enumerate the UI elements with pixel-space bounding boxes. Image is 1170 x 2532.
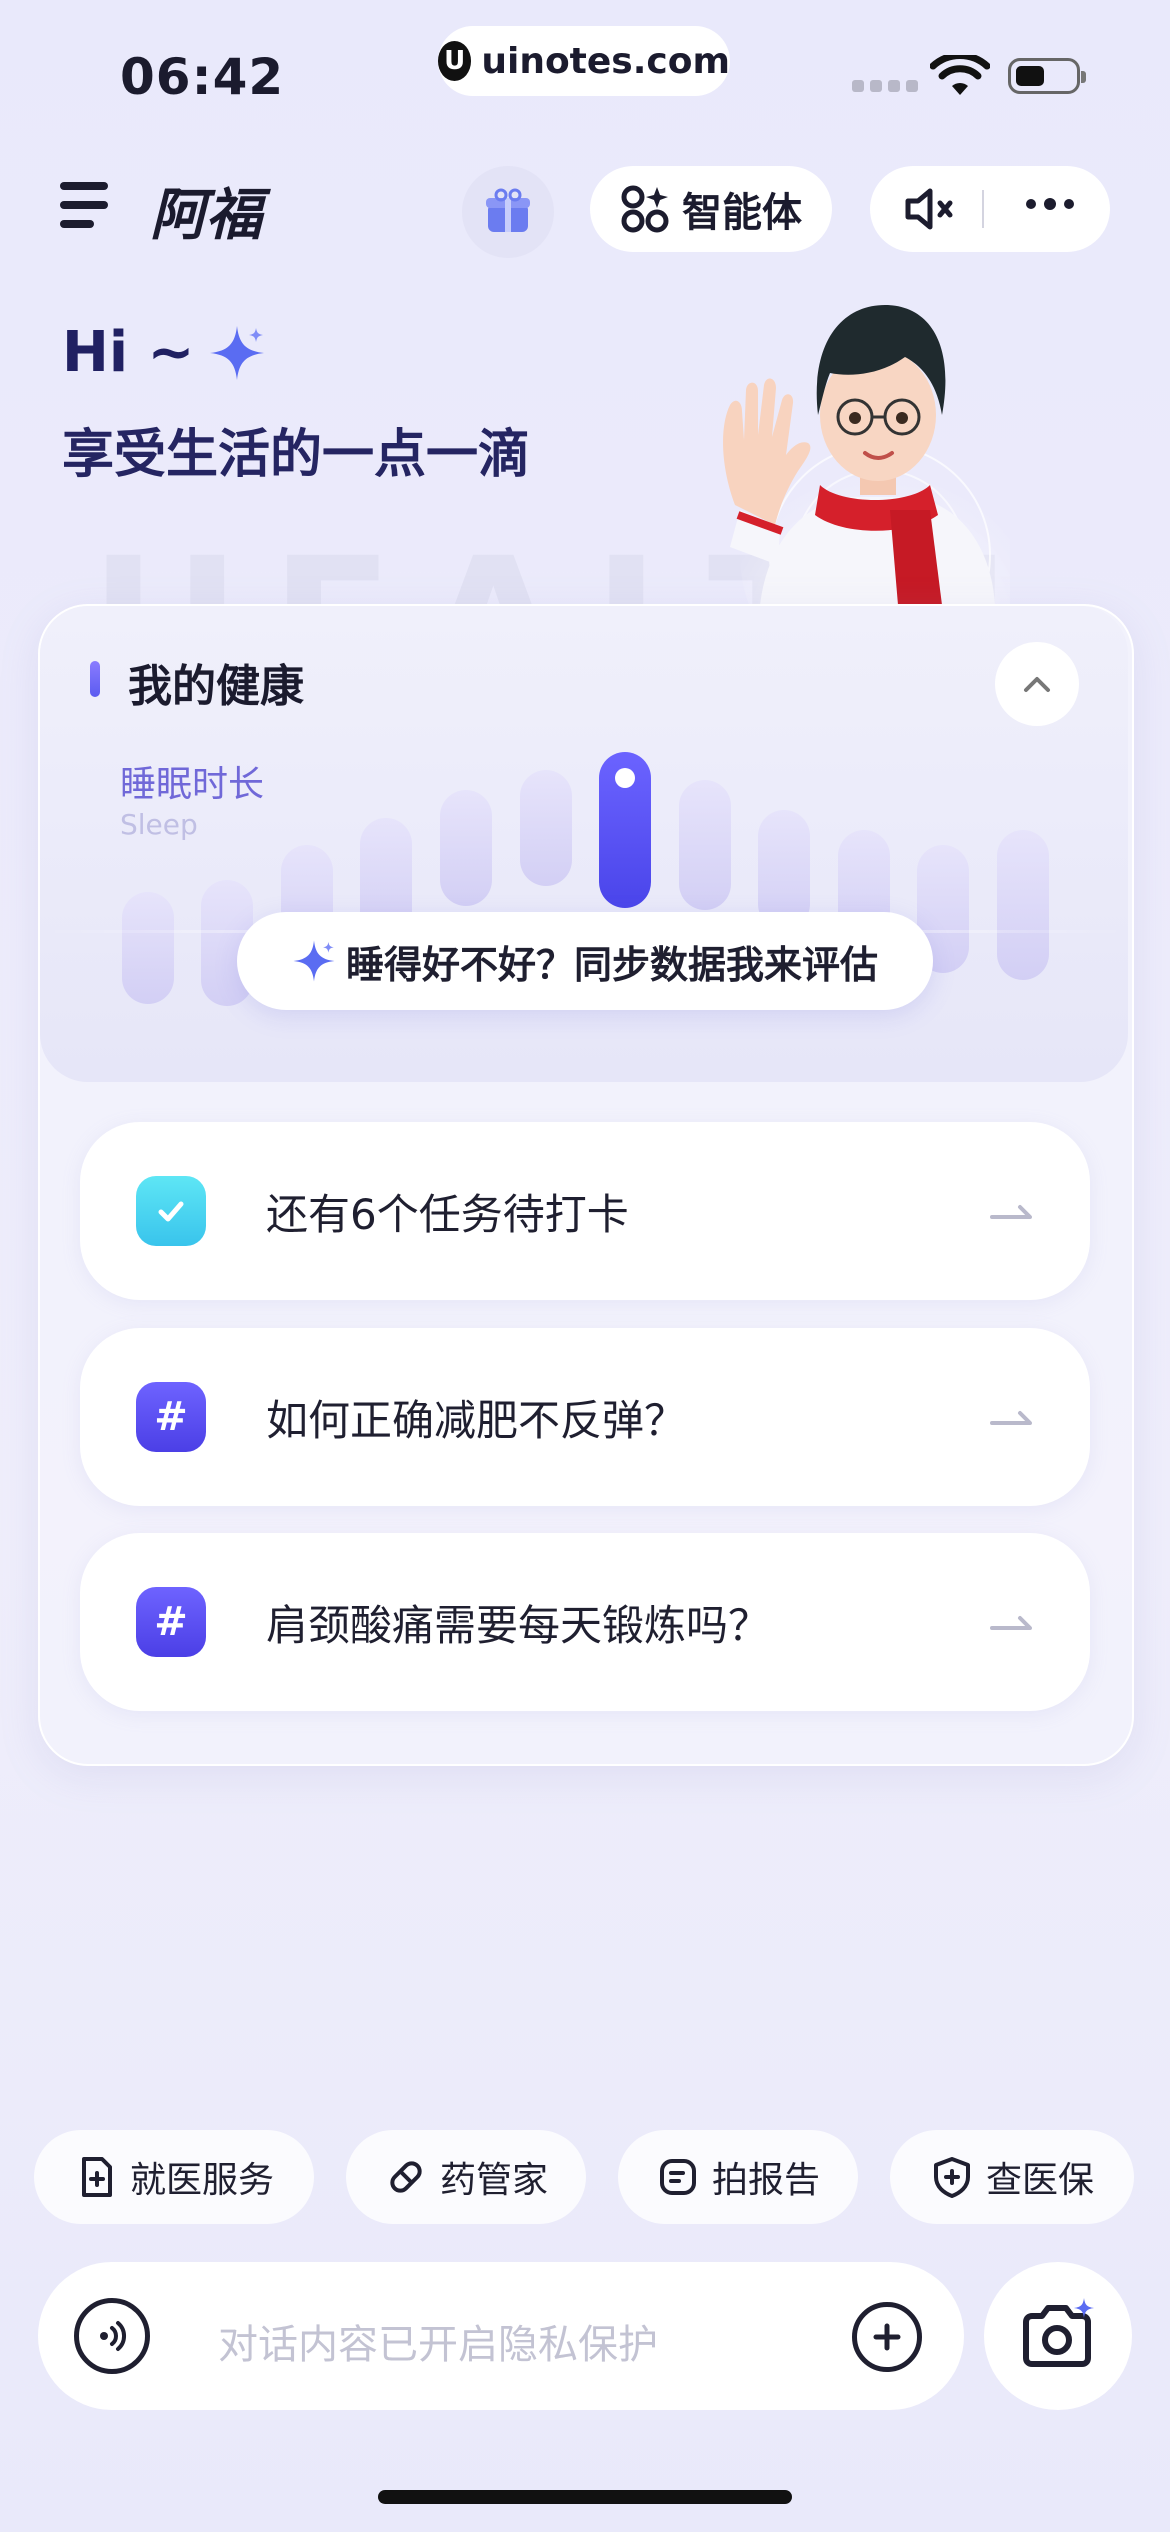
clipboard-check-icon (136, 1176, 206, 1246)
quick-action-label: 查医保 (985, 2160, 1094, 2201)
sync-prompt: 睡得好不好？同步数据我来评估 (345, 942, 878, 987)
voice-wave-icon (100, 2321, 126, 2351)
sparkle-icon (210, 325, 265, 380)
sleep-bar (520, 770, 572, 886)
wifi-icon (930, 55, 990, 95)
sleep-label: 睡眠时长 (120, 764, 265, 805)
quick-action-medical[interactable]: 就医服务 (34, 2130, 314, 2224)
doctor-avatar (723, 305, 1010, 605)
agent-grid-icon (621, 185, 669, 233)
app-title: 阿福 (150, 183, 262, 248)
add-button[interactable] (852, 2302, 922, 2372)
url-text: uinotes.com (481, 40, 730, 82)
cellular-signal-icon (852, 80, 918, 92)
quick-action-insurance[interactable]: 查医保 (890, 2130, 1134, 2224)
report-icon (659, 2159, 696, 2195)
chat-input[interactable]: 对话内容已开启隐私保护 (218, 2312, 658, 2370)
hashtag-icon: # (136, 1382, 206, 1452)
sleep-bar (679, 780, 731, 910)
site-logo-icon: U (438, 41, 472, 81)
voice-input-button[interactable] (74, 2298, 150, 2374)
camera-button[interactable] (984, 2262, 1132, 2410)
menu-icon[interactable] (60, 182, 108, 239)
sleep-bar (997, 830, 1049, 980)
gift-icon (486, 188, 530, 232)
greeting-hi: Hi ~ (62, 320, 266, 385)
sleep-bar (440, 790, 492, 906)
pill-icon (390, 2161, 422, 2193)
medical-doc-icon (81, 2157, 112, 2197)
sparkle-icon (293, 940, 335, 982)
greeting-hi-text: Hi ~ (62, 320, 195, 385)
task-row-question-2[interactable]: # 肩颈酸痛需要每天锻炼吗？ (80, 1533, 1090, 1711)
quick-action-label: 就医服务 (129, 2160, 274, 2201)
task-row-text: 肩颈酸痛需要每天锻炼吗？ (266, 1600, 771, 1650)
sleep-sub-label: Sleep (120, 808, 198, 841)
task-row-checkin[interactable]: 还有6个任务待打卡 (80, 1122, 1090, 1300)
battery-icon (1008, 58, 1086, 94)
sync-data-button[interactable]: 睡得好不好？同步数据我来评估 (237, 912, 933, 1010)
capsule-divider (982, 190, 984, 228)
home-indicator (378, 2490, 792, 2504)
arrow-right-icon (990, 1616, 1032, 1630)
url-pill[interactable]: U uinotes.com (438, 26, 730, 96)
greeting-tagline: 享受生活的一点一滴 (62, 425, 531, 485)
quick-action-label: 拍报告 (711, 2160, 820, 2201)
agent-label: 智能体 (682, 190, 802, 236)
task-row-question-1[interactable]: # 如何正确减肥不反弹？ (80, 1328, 1090, 1506)
quick-action-label: 药管家 (439, 2160, 548, 2201)
gift-button[interactable] (462, 166, 554, 258)
hashtag-icon: # (136, 1587, 206, 1657)
task-row-text: 如何正确减肥不反弹？ (266, 1395, 687, 1445)
quick-action-report[interactable]: 拍报告 (618, 2130, 858, 2224)
collapse-button[interactable] (995, 642, 1079, 726)
arrow-right-icon (990, 1411, 1032, 1425)
task-row-text: 还有6个任务待打卡 (266, 1189, 629, 1239)
shield-plus-icon (933, 2157, 970, 2198)
arrow-right-icon (990, 1205, 1032, 1219)
plus-icon (873, 2323, 901, 2351)
more-icon[interactable] (1026, 198, 1074, 210)
quick-action-pill[interactable]: 药管家 (346, 2130, 586, 2224)
agent-button[interactable]: 智能体 (590, 166, 832, 252)
status-time: 06:42 (120, 48, 285, 106)
camera-icon (1023, 2298, 1094, 2367)
sleep-bar (122, 892, 174, 1004)
chevron-up-icon (1024, 677, 1050, 692)
sleep-bar-marker (615, 768, 635, 788)
sound-off-icon[interactable] (902, 186, 958, 232)
section-marker (90, 661, 100, 697)
health-title: 我的健康 (128, 661, 304, 712)
